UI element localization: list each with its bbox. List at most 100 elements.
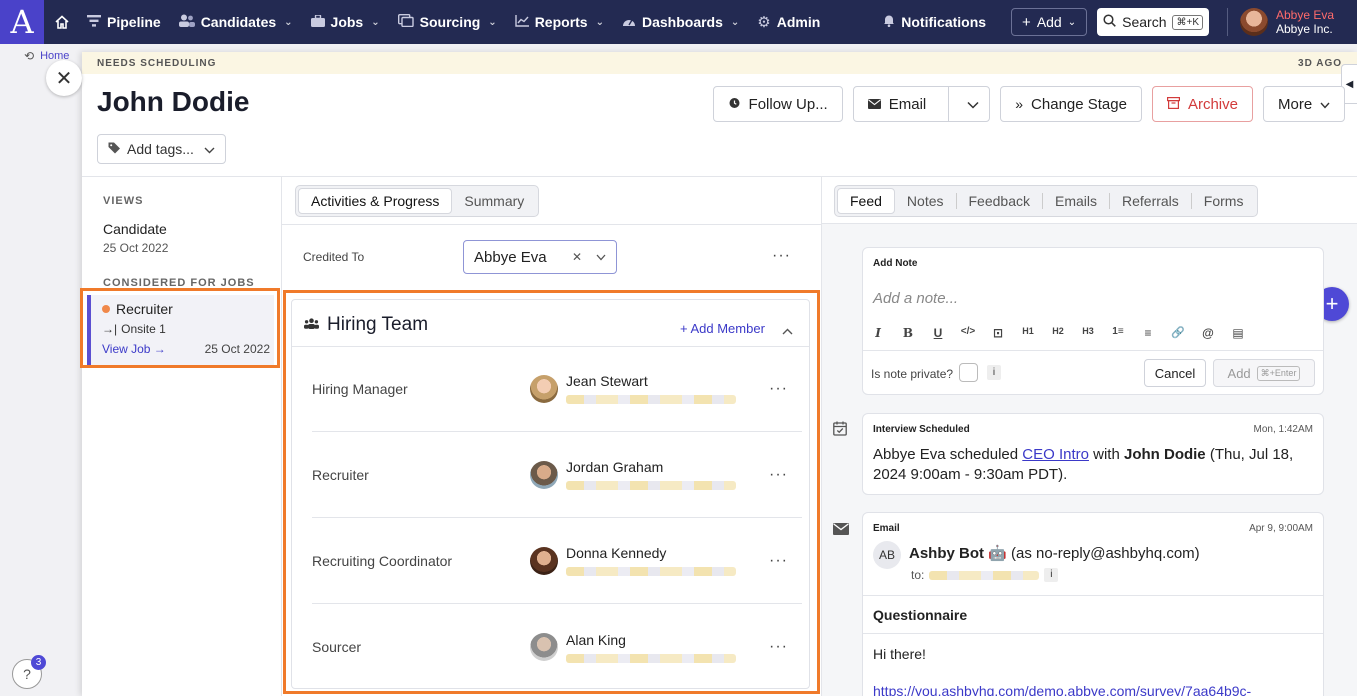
ashby-logo[interactable]: A bbox=[0, 0, 44, 44]
email-divider bbox=[863, 595, 1323, 596]
credited-select[interactable]: Abbye Eva ✕ bbox=[463, 240, 617, 274]
add-tags-button[interactable]: Add tags... bbox=[97, 134, 226, 164]
event-with: with bbox=[1088, 446, 1124, 463]
views-heading: VIEWS bbox=[103, 195, 144, 207]
history-icon: ⟲ bbox=[24, 49, 35, 63]
view-candidate[interactable]: Candidate 25 Oct 2022 bbox=[103, 221, 168, 255]
chart-icon bbox=[514, 14, 529, 30]
email-options-dropdown[interactable] bbox=[957, 86, 989, 122]
event-type: Interview Scheduled bbox=[873, 424, 970, 435]
credited-more-icon[interactable]: ··· bbox=[772, 247, 791, 265]
underline-button[interactable]: U bbox=[923, 326, 953, 340]
chevron-down-icon: ⌄ bbox=[1067, 16, 1077, 28]
help-badge: 3 bbox=[31, 655, 46, 670]
envelope-icon bbox=[833, 522, 849, 540]
nav-pipeline-label: Pipeline bbox=[107, 14, 161, 30]
nav-dashboards[interactable]: Dashboards ⌄ bbox=[613, 0, 748, 44]
chevron-down-icon: ⌄ bbox=[595, 16, 604, 28]
nav-sourcing-label: Sourcing bbox=[419, 14, 481, 30]
follow-up-button[interactable]: Follow Up... bbox=[712, 86, 843, 122]
note-divider bbox=[863, 350, 1323, 351]
nav-reports[interactable]: Reports ⌄ bbox=[506, 0, 613, 44]
middle-tabs: Activities & Progress Summary bbox=[295, 185, 540, 217]
private-checkbox[interactable] bbox=[959, 363, 978, 382]
feed-column: Feed Notes Feedback Emails Referrals For… bbox=[822, 177, 1357, 696]
left-sidebar: VIEWS Candidate 25 Oct 2022 CONSIDERED F… bbox=[82, 177, 282, 696]
italic-button[interactable]: I bbox=[863, 326, 893, 340]
caret-left-icon: ◀ bbox=[1345, 78, 1354, 90]
note-input[interactable]: Add a note... bbox=[873, 290, 958, 307]
cancel-button[interactable]: Cancel bbox=[1144, 359, 1206, 387]
tab-feed[interactable]: Feed bbox=[837, 188, 895, 214]
interview-link[interactable]: CEO Intro bbox=[1022, 446, 1089, 463]
redacted-recipient bbox=[929, 570, 1040, 580]
gear-icon: ⚙ bbox=[757, 14, 771, 31]
template-button[interactable]: ▤ bbox=[1223, 326, 1253, 340]
clear-icon[interactable]: ✕ bbox=[572, 250, 582, 264]
home-icon[interactable] bbox=[46, 14, 78, 30]
candidate-name: John Dodie bbox=[97, 86, 250, 117]
nav-sourcing[interactable]: Sourcing ⌄ bbox=[389, 0, 506, 44]
survey-link[interactable]: https://you.ashbyhq.com/demo.abbye.com/s… bbox=[873, 683, 1323, 696]
alarm-clock-icon bbox=[728, 96, 741, 113]
add-label: Add bbox=[1036, 14, 1062, 30]
bell-icon bbox=[883, 14, 895, 30]
tab-referrals[interactable]: Referrals bbox=[1110, 188, 1191, 214]
bold-button[interactable]: B bbox=[893, 326, 923, 340]
email-time: Apr 9, 9:00AM bbox=[1249, 523, 1313, 534]
add-note-label: Add bbox=[1227, 365, 1251, 381]
email-split-button: Email bbox=[852, 86, 991, 122]
tab-notes[interactable]: Notes bbox=[895, 188, 956, 214]
bullet-list-button[interactable]: ≡ bbox=[1133, 326, 1163, 340]
nav-reports-label: Reports bbox=[534, 14, 588, 30]
email-type: Email bbox=[873, 523, 900, 534]
h3-button[interactable]: H3 bbox=[1073, 326, 1103, 340]
mention-button[interactable]: @ bbox=[1193, 326, 1223, 340]
event-text: Abbye Eva scheduled CEO Intro with John … bbox=[873, 445, 1318, 485]
change-stage-button[interactable]: » Change Stage bbox=[1000, 86, 1142, 122]
nav-candidates[interactable]: Candidates ⌄ bbox=[170, 0, 302, 44]
email-divider bbox=[863, 633, 1323, 634]
recipient-info[interactable]: i bbox=[1044, 568, 1059, 582]
h2-button[interactable]: H2 bbox=[1043, 326, 1073, 340]
archive-icon bbox=[1166, 96, 1180, 113]
nav-pipeline[interactable]: Pipeline bbox=[78, 0, 170, 44]
tab-emails[interactable]: Emails bbox=[1043, 188, 1109, 214]
people-icon bbox=[178, 14, 195, 30]
email-sender-line: Ashby Bot 🤖 (as no-reply@ashbyhq.com) bbox=[909, 544, 1200, 562]
tab-activities-progress[interactable]: Activities & Progress bbox=[298, 188, 453, 214]
sender-address: (as no-reply@ashbyhq.com) bbox=[1006, 545, 1200, 562]
embed-button[interactable]: ⊡ bbox=[983, 326, 1013, 340]
archive-label: Archive bbox=[1187, 95, 1238, 113]
more-button[interactable]: More bbox=[1263, 86, 1345, 122]
search-shortcut: ⌘+K bbox=[1172, 14, 1203, 30]
nav-jobs[interactable]: Jobs ⌄ bbox=[302, 0, 389, 44]
tab-forms[interactable]: Forms bbox=[1192, 188, 1256, 214]
nav-dashboards-label: Dashboards bbox=[641, 14, 723, 30]
nav-admin[interactable]: ⚙ Admin bbox=[748, 0, 829, 44]
candidate-drawer: NEEDS SCHEDULING 3D AGO ◀ John Dodie Fol… bbox=[80, 52, 1357, 696]
private-info[interactable]: i bbox=[987, 365, 1001, 380]
code-button[interactable]: </> bbox=[953, 326, 983, 340]
tab-feedback[interactable]: Feedback bbox=[957, 188, 1042, 214]
add-tags-label: Add tags... bbox=[127, 141, 194, 157]
tab-summary[interactable]: Summary bbox=[452, 188, 536, 214]
search-button[interactable]: Search ⌘+K bbox=[1097, 8, 1209, 36]
h1-button[interactable]: H1 bbox=[1013, 326, 1043, 340]
archive-button[interactable]: Archive bbox=[1151, 86, 1253, 122]
plus-icon: + bbox=[1325, 291, 1339, 316]
close-drawer-button[interactable]: ✕ bbox=[46, 60, 82, 96]
help-icon: ? bbox=[23, 666, 31, 682]
nav-jobs-label: Jobs bbox=[330, 14, 364, 30]
add-note-button[interactable]: Add ⌘+Enter bbox=[1213, 359, 1315, 387]
user-org: Abbye Inc. bbox=[1276, 22, 1333, 36]
user-menu[interactable]: Abbye Eva Abbye Inc. bbox=[1227, 8, 1357, 36]
top-nav: A Pipeline Candidates ⌄ Jobs ⌄ Sourcing … bbox=[0, 0, 1357, 44]
email-button[interactable]: Email bbox=[854, 86, 941, 122]
ordered-list-button[interactable]: 1≡ bbox=[1103, 326, 1133, 340]
chevron-down-icon bbox=[596, 248, 606, 266]
add-button[interactable]: + Add ⌄ bbox=[1011, 8, 1088, 36]
event-actor: Abbye Eva bbox=[873, 446, 946, 463]
link-button[interactable]: 🔗 bbox=[1163, 326, 1193, 340]
notifications-button[interactable]: Notifications bbox=[874, 0, 995, 44]
